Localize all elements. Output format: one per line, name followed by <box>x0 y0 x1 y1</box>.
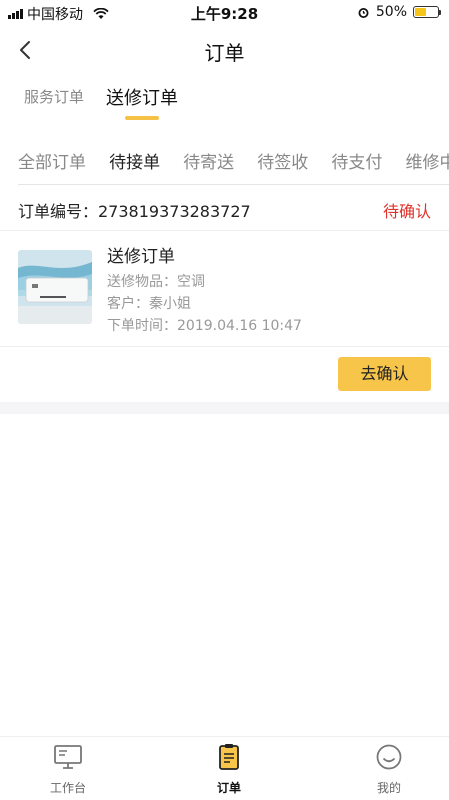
tabbar-label: 工作台 <box>49 781 86 795</box>
divider <box>0 230 449 231</box>
status-right: 50% <box>357 4 441 20</box>
customer-text: 客户：秦小姐 <box>107 296 191 312</box>
monitor-icon <box>54 745 82 769</box>
alarm-icon <box>358 7 369 18</box>
tabbar-label: 我的 <box>376 781 401 795</box>
order-status-badge: 待确认 <box>382 202 431 221</box>
tabbar-item-mine[interactable]: 我的 <box>349 743 429 796</box>
smile-icon <box>376 744 402 770</box>
tab-pending-sign[interactable]: 待签收 <box>257 148 308 173</box>
nav-bar: 订单 <box>0 28 449 72</box>
tab-all-orders[interactable]: 全部订单 <box>18 148 86 173</box>
section-spacer <box>0 402 449 414</box>
order-type-tabs: 服务订单 送修订单 <box>24 86 178 120</box>
tab-in-repair[interactable]: 维修中 <box>405 148 449 173</box>
order-time-text: 下单时间：2019.04.16 10:47 <box>107 318 302 334</box>
battery-icon <box>413 6 441 18</box>
tab-pending-accept[interactable]: 待接单 <box>109 148 160 173</box>
status-bar: 中国移动 上午9:28 50% <box>0 0 449 24</box>
tabbar-item-orders[interactable]: 订单 <box>189 743 269 796</box>
air-conditioner-thumbnail[interactable] <box>18 250 92 324</box>
tabbar-label: 订单 <box>216 781 241 795</box>
confirm-button[interactable]: 去确认 <box>338 357 431 391</box>
repair-item-text: 送修物品：空调 <box>107 274 205 290</box>
battery-fill <box>415 8 426 16</box>
order-number: 订单编号：273819373283727 <box>18 202 251 221</box>
tab-pending-ship[interactable]: 待寄送 <box>183 148 234 173</box>
tabbar-item-workbench[interactable]: 工作台 <box>28 743 108 796</box>
bottom-tab-bar: 工作台 订单 我的 <box>0 736 449 800</box>
order-header: 订单编号：273819373283727 待确认 <box>18 198 431 221</box>
status-filter-tabs: 全部订单 待接单 待寄送 待签收 待支付 维修中 <box>18 148 449 178</box>
tab-pending-pay[interactable]: 待支付 <box>331 148 382 173</box>
divider <box>0 346 449 347</box>
order-title: 送修订单 <box>107 247 175 267</box>
tab-service-orders[interactable]: 服务订单 <box>24 86 84 120</box>
clipboard-icon <box>219 744 239 770</box>
page-title: 订单 <box>204 41 245 65</box>
tab-repair-orders[interactable]: 送修订单 <box>106 84 178 118</box>
battery-percent: 50% <box>375 4 407 20</box>
tabs-divider <box>18 184 449 185</box>
